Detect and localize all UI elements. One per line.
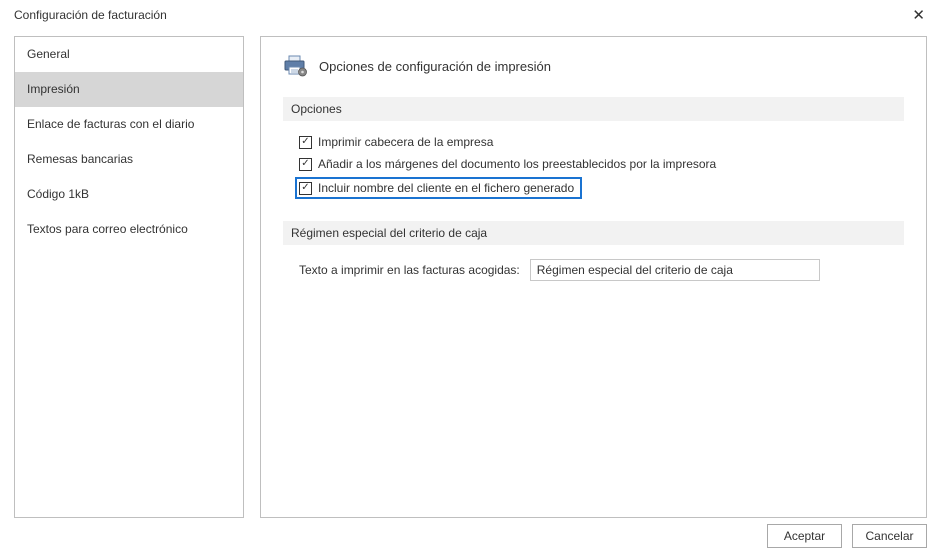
option-label: Imprimir cabecera de la empresa — [318, 135, 493, 149]
field-label: Texto a imprimir en las facturas acogida… — [299, 263, 520, 277]
cancel-button[interactable]: Cancelar — [852, 524, 927, 548]
sidebar-item-remesas[interactable]: Remesas bancarias — [15, 142, 243, 177]
sidebar: General Impresión Enlace de facturas con… — [14, 36, 244, 518]
panel-title: Opciones de configuración de impresión — [319, 59, 551, 74]
checkbox-icon: ✓ — [299, 136, 312, 149]
titlebar: Configuración de facturación ✕ — [0, 0, 941, 28]
dialog-body: General Impresión Enlace de facturas con… — [0, 28, 941, 518]
sidebar-item-enlace-facturas[interactable]: Enlace de facturas con el diario — [15, 107, 243, 142]
option-label: Incluir nombre del cliente en el fichero… — [318, 181, 574, 195]
checkbox-icon: ✓ — [299, 182, 312, 195]
options-block: ✓ Imprimir cabecera de la empresa ✓ Añad… — [283, 135, 904, 221]
sidebar-item-textos-correo[interactable]: Textos para correo electrónico — [15, 212, 243, 247]
accept-button[interactable]: Aceptar — [767, 524, 842, 548]
sidebar-item-label: General — [27, 47, 70, 61]
printer-gear-icon — [283, 55, 307, 77]
sidebar-item-label: Enlace de facturas con el diario — [27, 117, 194, 131]
sidebar-item-label: Impresión — [27, 82, 80, 96]
panel-header: Opciones de configuración de impresión — [283, 55, 904, 77]
option-imprimir-cabecera[interactable]: ✓ Imprimir cabecera de la empresa — [299, 135, 904, 149]
section-header-regimen: Régimen especial del criterio de caja — [283, 221, 904, 245]
option-anadir-margenes[interactable]: ✓ Añadir a los márgenes del documento lo… — [299, 157, 904, 171]
sidebar-item-label: Textos para correo electrónico — [27, 222, 188, 236]
sidebar-item-label: Remesas bancarias — [27, 152, 133, 166]
sidebar-item-label: Código 1kB — [27, 187, 89, 201]
texto-facturas-input[interactable] — [530, 259, 820, 281]
field-row-texto-imprimir: Texto a imprimir en las facturas acogida… — [283, 259, 904, 281]
main-panel: Opciones de configuración de impresión O… — [260, 36, 927, 518]
section-header-opciones: Opciones — [283, 97, 904, 121]
sidebar-item-general[interactable]: General — [15, 37, 243, 72]
checkbox-icon: ✓ — [299, 158, 312, 171]
option-incluir-nombre-cliente[interactable]: ✓ Incluir nombre del cliente en el fiche… — [297, 179, 580, 197]
sidebar-item-codigo-1kb[interactable]: Código 1kB — [15, 177, 243, 212]
sidebar-item-impresion[interactable]: Impresión — [15, 72, 243, 107]
option-label: Añadir a los márgenes del documento los … — [318, 157, 716, 171]
button-bar: Aceptar Cancelar — [0, 518, 941, 548]
window-title: Configuración de facturación — [14, 8, 167, 22]
close-icon[interactable]: ✕ — [904, 6, 933, 25]
